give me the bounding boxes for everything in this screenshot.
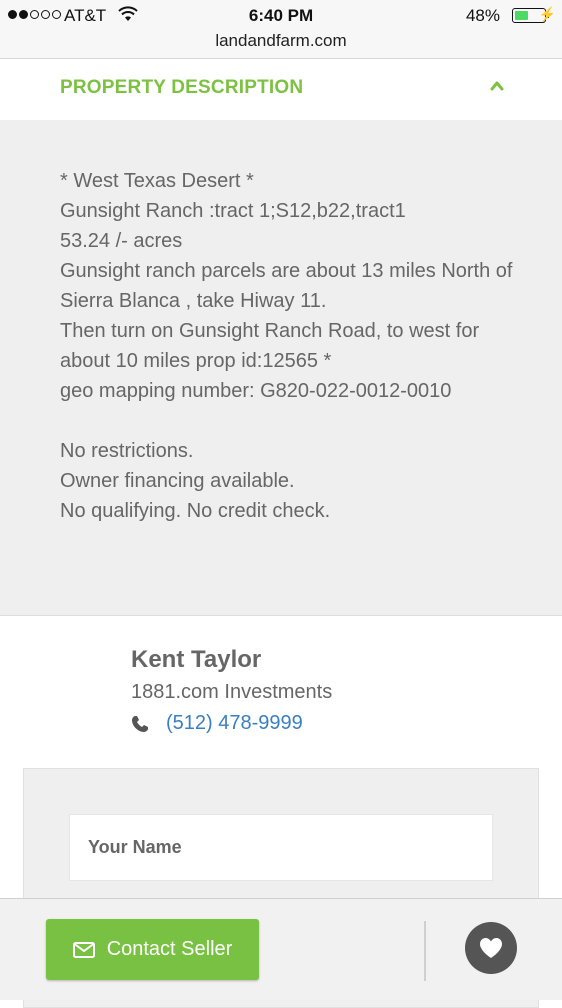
description-line: geo mapping number: G820-022-0012-0010	[60, 380, 452, 402]
favorite-button[interactable]	[465, 922, 517, 974]
description-line: No restrictions.	[60, 440, 194, 462]
heart-icon	[480, 938, 502, 958]
phone-icon	[132, 716, 148, 732]
seller-company: 1881.com Investments	[131, 681, 333, 703]
bottom-action-bar: Contact Seller	[0, 898, 562, 1000]
description-line: * West Texas Desert *	[60, 170, 254, 192]
chevron-up-icon[interactable]	[490, 79, 504, 93]
description-line: Then turn on Gunsight Ranch Road, to wes…	[60, 320, 480, 372]
property-description-header[interactable]: PROPERTY DESCRIPTION	[0, 59, 562, 120]
seller-name: Kent Taylor	[131, 646, 262, 673]
contact-seller-label: Contact Seller	[106, 938, 233, 960]
charging-icon: ⚡	[538, 6, 556, 22]
mail-icon	[72, 941, 95, 958]
description-line: No qualifying. No credit check.	[60, 500, 331, 522]
status-bar: AT&T 6:40 PM 48% ⚡ landandfarm.com	[0, 0, 562, 59]
contact-seller-button[interactable]: Contact Seller	[46, 919, 259, 980]
description-blank-line	[60, 406, 530, 436]
bar-divider	[424, 921, 426, 981]
description-line: Owner financing available.	[60, 470, 295, 492]
property-description-panel: * West Texas Desert * Gunsight Ranch :tr…	[0, 120, 562, 616]
property-description-text: * West Texas Desert * Gunsight Ranch :tr…	[60, 166, 530, 526]
section-title: PROPERTY DESCRIPTION	[60, 77, 304, 98]
description-line: Gunsight ranch parcels are about 13 mile…	[60, 260, 513, 312]
address-bar-url[interactable]: landandfarm.com	[0, 31, 562, 51]
description-line: Gunsight Ranch :tract 1;S12,b22,tract1	[60, 200, 406, 222]
seller-phone-link[interactable]: (512) 478-9999	[166, 712, 303, 735]
description-line: 53.24 /- acres	[60, 230, 183, 252]
your-name-input[interactable]	[69, 814, 493, 881]
battery-percent: 48%	[465, 6, 500, 25]
